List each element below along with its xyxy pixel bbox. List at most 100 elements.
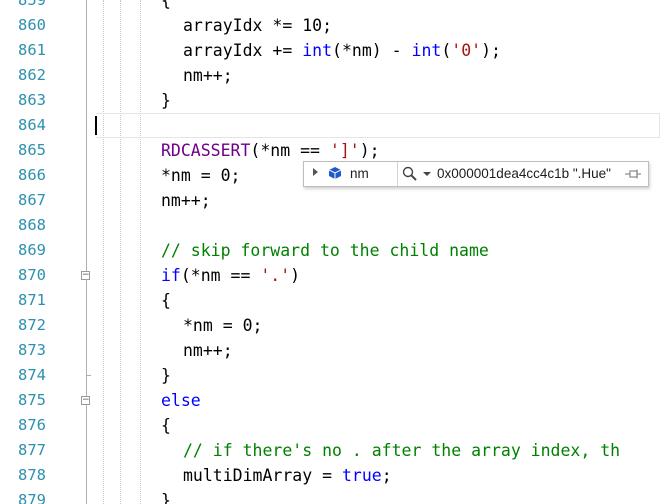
line-number: 863 xyxy=(18,91,46,109)
collapse-icon[interactable]: − xyxy=(81,271,90,280)
code-line[interactable]: 875 − else xyxy=(0,388,660,413)
expand-arrow-icon[interactable] xyxy=(313,168,318,176)
line-number: 859 xyxy=(18,0,46,9)
code-line[interactable]: 864 xyxy=(0,113,660,138)
code-token: ']' xyxy=(329,141,360,160)
code-line[interactable]: 868 xyxy=(0,213,660,238)
code-line[interactable]: 873 nm++; xyxy=(0,338,660,363)
code-text[interactable]: arrayIdx *= 10; xyxy=(183,13,332,38)
line-number: 865 xyxy=(18,141,46,159)
code-token: nm++; xyxy=(183,341,233,360)
code-editor[interactable]: 859 {860 arrayIdx *= 10; 861 arrayIdx += int… xyxy=(0,0,660,504)
code-token: *nm = xyxy=(161,166,221,185)
code-token: int xyxy=(302,41,333,60)
code-token: 0 xyxy=(220,166,231,185)
code-text[interactable]: else xyxy=(161,388,201,413)
code-line[interactable]: 859 { xyxy=(0,0,660,13)
line-number: 878 xyxy=(18,466,46,484)
line-number: 867 xyxy=(18,191,46,209)
code-text[interactable]: { xyxy=(161,413,171,438)
code-line[interactable]: 863} xyxy=(0,88,660,113)
code-line[interactable]: 862 nm++; xyxy=(0,63,660,88)
pin-icon[interactable] xyxy=(624,168,642,180)
code-text[interactable]: arrayIdx += int(*nm) - int('0'); xyxy=(183,38,501,63)
code-token: (*nm == xyxy=(180,266,261,285)
code-line[interactable]: 878 multiDimArray = true; xyxy=(0,463,660,488)
line-number: 873 xyxy=(18,341,46,359)
datatip-divider xyxy=(397,162,398,186)
code-token: ; xyxy=(322,16,333,35)
code-line[interactable]: 879} xyxy=(0,488,660,504)
line-number: 869 xyxy=(18,241,46,259)
code-text[interactable]: *nm = 0; xyxy=(183,313,262,338)
code-token: else xyxy=(161,391,201,410)
code-text[interactable]: } xyxy=(161,88,171,113)
code-token: ( xyxy=(441,41,452,60)
line-number: 871 xyxy=(18,291,46,309)
line-number: 864 xyxy=(18,116,46,134)
code-token: { xyxy=(161,291,171,310)
code-text[interactable]: *nm = 0; xyxy=(161,163,240,188)
line-number: 875 xyxy=(18,391,46,409)
code-token: '.' xyxy=(260,266,291,285)
code-line[interactable]: 861 arrayIdx += int(*nm) - int('0'); xyxy=(0,38,660,63)
text-caret xyxy=(95,116,97,135)
code-token: ; xyxy=(230,166,241,185)
code-text[interactable]: nm++; xyxy=(161,188,211,213)
code-text[interactable]: RDCASSERT(*nm == ']'); xyxy=(161,138,380,163)
code-token: if xyxy=(161,266,181,285)
code-token: arrayIdx *= xyxy=(183,16,303,35)
code-token: nm++; xyxy=(161,191,211,210)
code-token: RDCASSERT xyxy=(161,141,251,160)
current-line-highlight xyxy=(96,113,660,138)
collapse-icon[interactable]: − xyxy=(81,396,90,405)
code-token: (*nm) - xyxy=(332,41,412,60)
data-tip[interactable]: nm 0x000001dea4cc4c1b ".Hue" xyxy=(303,161,649,187)
code-token: 10 xyxy=(302,16,323,35)
code-token: { xyxy=(161,0,171,10)
code-token: 0 xyxy=(242,316,253,335)
code-text[interactable]: nm++; xyxy=(183,338,233,363)
code-token: } xyxy=(161,91,171,110)
line-number: 860 xyxy=(18,16,46,34)
code-line[interactable]: 872 *nm = 0; xyxy=(0,313,660,338)
chevron-down-icon[interactable] xyxy=(423,172,431,176)
code-token: *nm = xyxy=(183,316,243,335)
object-cube-icon xyxy=(329,167,341,179)
code-text[interactable]: multiDimArray = true; xyxy=(183,463,392,488)
code-text[interactable]: // if there's no . after the array index… xyxy=(183,438,620,463)
code-token: '0' xyxy=(451,41,482,60)
code-text[interactable]: if(*nm == '.') xyxy=(161,263,300,288)
code-line[interactable]: 867 nm++; xyxy=(0,188,660,213)
line-number: 870 xyxy=(18,266,46,284)
line-number: 872 xyxy=(18,316,46,334)
code-line[interactable]: 876 { xyxy=(0,413,660,438)
code-text[interactable]: { xyxy=(161,0,171,13)
line-number: 861 xyxy=(18,41,46,59)
code-text[interactable]: { xyxy=(161,288,171,313)
datatip-value[interactable]: 0x000001dea4cc4c1b ".Hue" xyxy=(437,166,611,181)
code-token: nm++; xyxy=(183,66,233,85)
code-token: ); xyxy=(359,141,380,160)
code-text[interactable]: nm++; xyxy=(183,63,233,88)
code-text[interactable]: } xyxy=(161,488,171,504)
line-number: 879 xyxy=(18,491,46,504)
line-number: 868 xyxy=(18,216,46,234)
code-text[interactable]: // skip forward to the child name xyxy=(161,238,489,263)
code-line[interactable]: 871 { xyxy=(0,288,660,313)
code-line[interactable]: 860 arrayIdx *= 10; xyxy=(0,13,660,38)
line-number: 877 xyxy=(18,441,46,459)
magnifier-icon[interactable] xyxy=(401,165,419,183)
code-line[interactable]: 865 RDCASSERT(*nm == ']'); xyxy=(0,138,660,163)
code-line[interactable]: 874} xyxy=(0,363,660,388)
code-token: multiDimArray = xyxy=(183,466,342,485)
code-line[interactable]: 869 // skip forward to the child name xyxy=(0,238,660,263)
code-token: (*nm == xyxy=(250,141,330,160)
code-token: arrayIdx += xyxy=(183,41,303,60)
line-number: 866 xyxy=(18,166,46,184)
code-line[interactable]: 877 // if there's no . after the array in… xyxy=(0,438,660,463)
code-token: ) xyxy=(290,266,301,285)
code-text[interactable]: } xyxy=(161,363,171,388)
code-token: } xyxy=(161,366,171,385)
code-line[interactable]: 870 − if(*nm == '.') xyxy=(0,263,660,288)
